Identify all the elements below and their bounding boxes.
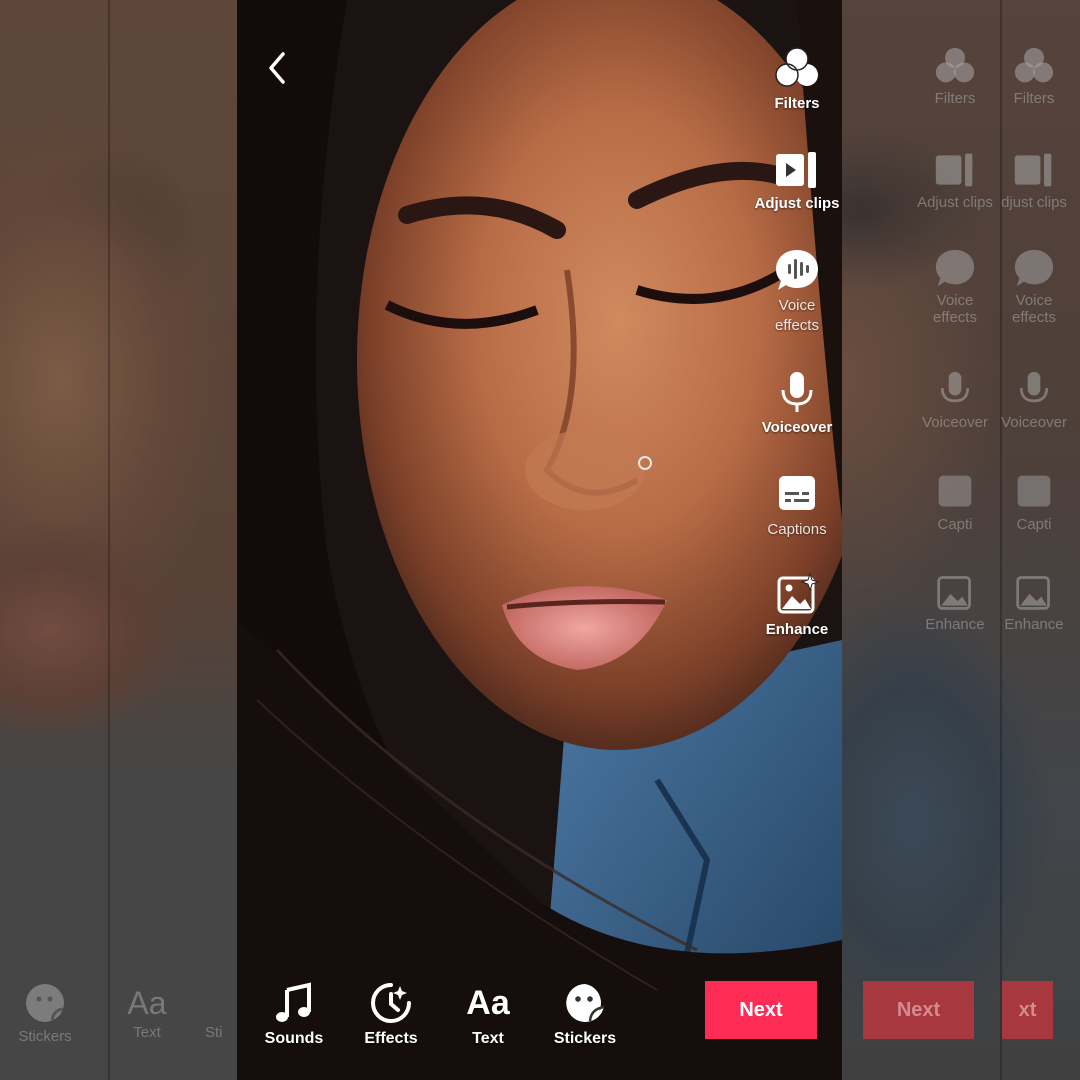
- ghost-next-button: Next: [863, 981, 974, 1039]
- ghost-stickers-tool: Stickers: [10, 982, 80, 1045]
- ghost-voiceover-tool: Voiceover: [910, 370, 1000, 431]
- voice-effects-icon: [776, 250, 818, 290]
- microphone-icon: [1019, 371, 1049, 403]
- ghost-adjust-clips-tool: Adjust clips: [910, 150, 1000, 211]
- adjust-clips-icon: [1014, 153, 1052, 187]
- microphone-icon: [940, 371, 970, 403]
- filters-icon: [935, 47, 975, 83]
- ghost-enhance-tool: Enhance: [989, 572, 1079, 633]
- microphone-icon: [781, 372, 813, 412]
- sticker-icon: [26, 984, 64, 1022]
- ghost-voice-effects-tool: Voice effects: [989, 248, 1079, 326]
- enhance-button[interactable]: Enhance: [742, 572, 842, 640]
- ghost-voice-effects-tool: Voice effects: [910, 248, 1000, 326]
- voiceover-button[interactable]: Voiceover: [742, 370, 842, 438]
- ghost-divider: [108, 0, 110, 1080]
- voice-effects-button[interactable]: Voice effects: [742, 248, 842, 336]
- filters-icon: [1014, 47, 1054, 83]
- text-button[interactable]: Aa Text: [448, 982, 528, 1048]
- ghost-voiceover-tool: Voiceover: [989, 370, 1079, 431]
- chevron-left-icon: [269, 52, 285, 84]
- ghost-filters-tool: Filters: [910, 46, 1000, 107]
- next-button[interactable]: Next: [705, 981, 817, 1039]
- ghost-enhance-tool: Enhance: [910, 572, 1000, 633]
- right-ghost-preview: Filters Adjust clips Voice effects Voice…: [842, 0, 1080, 1080]
- text-aa-icon: Aa: [466, 984, 510, 1022]
- ghost-adjust-clips-tool: djust clips: [989, 150, 1079, 211]
- video-editor-screen: Filters Adjust clips Voice effects Voice…: [237, 0, 842, 1080]
- back-button[interactable]: [259, 48, 299, 88]
- sounds-button[interactable]: Sounds: [254, 982, 334, 1048]
- filters-icon: [775, 47, 818, 87]
- filters-button[interactable]: Filters: [742, 46, 842, 114]
- adjust-clips-icon: [776, 152, 816, 188]
- left-ghost-preview: Stickers Aa Text Sti: [0, 0, 237, 1080]
- ghost-dim-overlay: [0, 0, 237, 1080]
- captions-icon: [938, 475, 972, 507]
- ghost-captions-tool: Capti: [910, 472, 1000, 533]
- adjust-clips-icon: [935, 153, 973, 187]
- enhance-icon: [937, 576, 971, 610]
- ghost-text-tool: Aa Text: [112, 982, 182, 1041]
- ghost-captions-tool: Capti: [989, 472, 1079, 533]
- enhance-icon: [777, 572, 820, 614]
- enhance-icon: [1016, 576, 1050, 610]
- ghost-stickers-tool-partial: Sti: [205, 1024, 223, 1041]
- captions-button[interactable]: Captions: [742, 472, 842, 540]
- text-aa-icon: Aa: [127, 985, 167, 1021]
- stickers-button[interactable]: Stickers: [545, 982, 625, 1048]
- captions-icon: [779, 476, 815, 510]
- voice-effects-icon: [1014, 249, 1054, 287]
- ghost-next-button-partial: xt: [1002, 981, 1053, 1039]
- sticker-icon: [566, 984, 605, 1022]
- adjust-clips-button[interactable]: Adjust clips: [742, 150, 842, 214]
- captions-icon: [1017, 475, 1051, 507]
- effects-button[interactable]: Effects: [351, 982, 431, 1048]
- effects-icon: [371, 983, 411, 1023]
- music-note-icon: [276, 982, 311, 1022]
- voice-effects-icon: [935, 249, 975, 287]
- ghost-filters-tool: Filters: [989, 46, 1079, 107]
